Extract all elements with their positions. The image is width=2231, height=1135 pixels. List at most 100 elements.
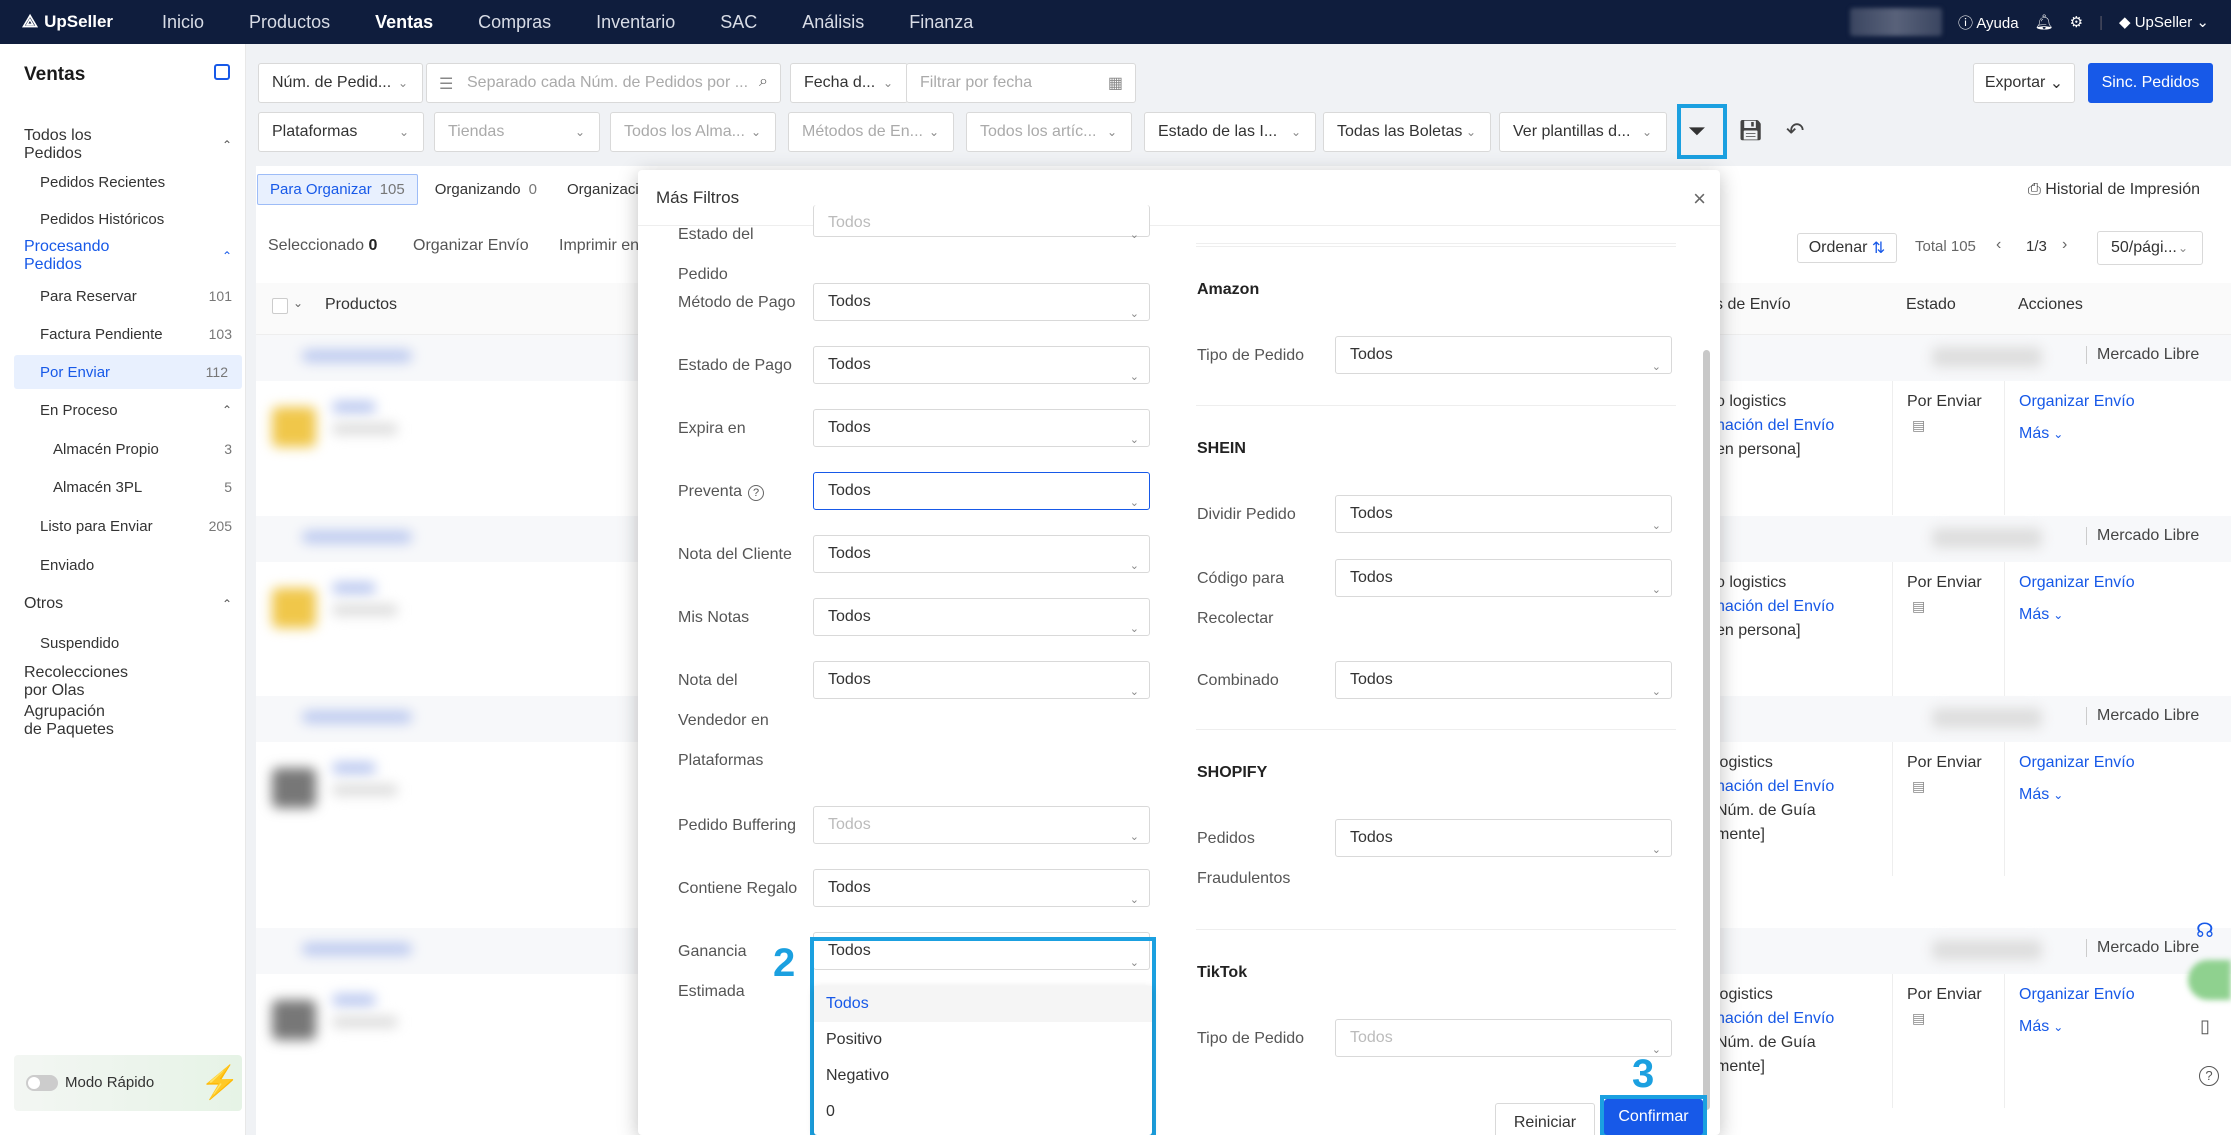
print-button[interactable]: Imprimir en bbox=[559, 237, 639, 255]
filter-select-metodo-de-pago[interactable]: Todos ⌄ bbox=[813, 283, 1150, 321]
nav-inventario[interactable]: Inventario bbox=[596, 0, 675, 44]
floating-widget[interactable] bbox=[2188, 960, 2231, 1000]
app-logo[interactable]: ⟁ UpSeller bbox=[22, 11, 113, 32]
date-type-select[interactable]: Fecha d... ⌄ bbox=[790, 63, 908, 103]
prev-page-icon[interactable]: ‹ bbox=[1996, 236, 2001, 254]
question-icon[interactable]: ? bbox=[748, 485, 765, 501]
more-actions-link[interactable]: Más ⌄ bbox=[2019, 425, 2063, 443]
per-page-select[interactable]: 50/pági... ⌄ bbox=[2097, 231, 2203, 265]
filter-plataformas[interactable]: Plataformas ⌄ bbox=[258, 112, 424, 152]
tab-para-organizar[interactable]: Para Organizar 105 bbox=[257, 174, 418, 205]
date-filter-input[interactable]: Filtrar por fecha ▦ bbox=[906, 63, 1136, 103]
save-icon[interactable]: 💾︎ bbox=[1738, 118, 1763, 143]
organize-shipping-link[interactable]: Organizar Envío bbox=[2019, 393, 2135, 411]
confirm-button[interactable]: Confirmar bbox=[1604, 1099, 1703, 1135]
filter-select-estado-del-pedido[interactable]: Todos ⌄ bbox=[813, 205, 1150, 241]
sidebar-item-todos-los-pedidos[interactable]: Todos los Pedidos ⌃ bbox=[0, 127, 246, 162]
shipping-info-line[interactable]: nación del Envío bbox=[1716, 778, 1834, 796]
bell-icon[interactable]: 🔔︎ bbox=[2035, 13, 2054, 31]
support-headset-icon[interactable]: ☊ bbox=[2196, 918, 2214, 943]
filter-select-dividir-pedido[interactable]: Todos ⌄ bbox=[1335, 495, 1672, 533]
shipping-info-line[interactable]: nación del Envío bbox=[1716, 1010, 1834, 1028]
reset-button[interactable]: Reiniciar bbox=[1495, 1103, 1595, 1135]
sidebar-item-enviado[interactable]: Enviado bbox=[0, 548, 246, 582]
sidebar-item-otros[interactable]: Otros ⌃ bbox=[0, 587, 246, 621]
mobile-icon[interactable]: ▯ bbox=[2200, 1016, 2210, 1037]
filter-select-mis-notas[interactable]: Todos ⌄ bbox=[813, 598, 1150, 636]
sidebar-item-factura-pendiente[interactable]: Factura Pendiente 103 bbox=[0, 317, 246, 351]
help-icon[interactable]: ? bbox=[2199, 1066, 2219, 1086]
order-number-select[interactable]: Núm. de Pedid... ⌄ bbox=[258, 63, 423, 103]
organize-shipping-button[interactable]: Organizar Envío bbox=[413, 237, 529, 255]
quick-mode-toggle[interactable] bbox=[26, 1075, 58, 1091]
user-menu[interactable]: ◆ UpSeller ⌄ bbox=[2119, 13, 2209, 31]
filter-select-nota-del-cliente[interactable]: Todos ⌄ bbox=[813, 535, 1150, 573]
tab-organizando[interactable]: Organizando 0 bbox=[422, 174, 550, 205]
filter-estado-de-las-i[interactable]: Estado de las I... ⌄ bbox=[1144, 112, 1316, 152]
sidebar-item-almacen-propio[interactable]: Almacén Propio 3 bbox=[0, 432, 246, 466]
order-search-input[interactable]: ☰ Separado cada Núm. de Pedidos por ... … bbox=[426, 63, 781, 103]
print-history-link[interactable]: ⎙ Historial de Impresión bbox=[2028, 181, 2200, 199]
sidebar-item-agrupacion-de-paquetes[interactable]: Agrupación de Paquetes bbox=[0, 703, 246, 738]
modal-scrollbar[interactable] bbox=[1703, 350, 1710, 1110]
option-todos[interactable]: Todos bbox=[814, 986, 1152, 1022]
sidebar-item-para-reservar[interactable]: Para Reservar 101 bbox=[0, 279, 246, 313]
more-actions-link[interactable]: Más ⌄ bbox=[2019, 606, 2063, 624]
undo-icon[interactable]: ↶ bbox=[1786, 118, 1804, 144]
sidebar-item-por-enviar[interactable]: Por Enviar 112 bbox=[14, 355, 242, 389]
help-link[interactable]: ⓘ Ayuda bbox=[1958, 12, 2019, 33]
clipboard-icon[interactable]: ▤ bbox=[1912, 778, 1925, 795]
filter-select-nota-del-vendedor-en-plataformas[interactable]: Todos ⌄ bbox=[813, 661, 1150, 699]
sidebar-item-listo-para-enviar[interactable]: Listo para Enviar 205 bbox=[0, 509, 246, 543]
shipping-info-line[interactable]: nación del Envío bbox=[1716, 598, 1834, 616]
filter-select-combinado[interactable]: Todos ⌄ bbox=[1335, 661, 1672, 699]
sync-orders-button[interactable]: Sinc. Pedidos bbox=[2088, 63, 2213, 103]
chevron-up-icon[interactable]: ⌃ bbox=[222, 597, 232, 611]
filter-todos-los-artic[interactable]: Todos los artíc... ⌄ bbox=[966, 112, 1132, 152]
filter-select-pedido-buffering[interactable]: Todos ⌄ bbox=[813, 806, 1150, 844]
nav-analisis[interactable]: Análisis bbox=[802, 0, 864, 44]
sidebar-item-en-proceso[interactable]: En Proceso ⌃ bbox=[0, 393, 246, 427]
filter-select-expira-en[interactable]: Todos ⌄ bbox=[813, 409, 1150, 447]
sidebar-item-procesando-pedidos[interactable]: Procesando Pedidos ⌃ bbox=[0, 238, 246, 273]
sidebar-item-pedidos-recientes[interactable]: Pedidos Recientes bbox=[0, 165, 246, 199]
sidebar-item-almacen-3pl[interactable]: Almacén 3PL 5 bbox=[0, 470, 246, 504]
clipboard-icon[interactable]: ▤ bbox=[1912, 417, 1925, 434]
nav-finanza[interactable]: Finanza bbox=[909, 0, 973, 44]
export-button[interactable]: Exportar ⌄ bbox=[1973, 63, 2075, 103]
select-all-checkbox[interactable] bbox=[272, 298, 288, 314]
option-positivo[interactable]: Positivo bbox=[814, 1022, 1152, 1058]
more-actions-link[interactable]: Más ⌄ bbox=[2019, 786, 2063, 804]
nav-compras[interactable]: Compras bbox=[478, 0, 551, 44]
sidebar-item-recolecciones-por-olas[interactable]: Recolecciones por Olas bbox=[0, 664, 246, 699]
collapse-sidebar-icon[interactable] bbox=[214, 64, 230, 80]
filter-todas-las-boletas[interactable]: Todas las Boletas ⌄ bbox=[1323, 112, 1491, 152]
filter-select-tipo-de-pedido[interactable]: Todos ⌄ bbox=[1335, 1019, 1672, 1057]
chevron-down-icon[interactable]: ⌄ bbox=[293, 296, 303, 310]
organize-shipping-link[interactable]: Organizar Envío bbox=[2019, 986, 2135, 1004]
filter-select-estado-de-pago[interactable]: Todos ⌄ bbox=[813, 346, 1150, 384]
filter-select-contiene-regalo[interactable]: Todos ⌄ bbox=[813, 869, 1150, 907]
gear-icon[interactable]: ⚙ bbox=[2070, 13, 2083, 31]
organize-shipping-link[interactable]: Organizar Envío bbox=[2019, 754, 2135, 772]
chevron-up-icon[interactable]: ⌃ bbox=[222, 138, 232, 152]
filter-metodos-de-en[interactable]: Métodos de En... ⌄ bbox=[788, 112, 954, 152]
chevron-up-icon[interactable]: ⌃ bbox=[222, 249, 232, 263]
chevron-up-icon[interactable]: ⌃ bbox=[222, 403, 232, 417]
filter-ver-plantillas-d[interactable]: Ver plantillas d... ⌄ bbox=[1499, 112, 1667, 152]
sort-button[interactable]: Ordenar ⇅ bbox=[1797, 233, 1897, 263]
search-icon[interactable]: ⌕ bbox=[759, 73, 768, 91]
nav-sac[interactable]: SAC bbox=[720, 0, 757, 44]
sidebar-item-pedidos-historicos[interactable]: Pedidos Históricos bbox=[0, 202, 246, 236]
shipping-info-line[interactable]: nación del Envío bbox=[1716, 417, 1834, 435]
organize-shipping-link[interactable]: Organizar Envío bbox=[2019, 574, 2135, 592]
sidebar-item-suspendido[interactable]: Suspendido bbox=[0, 626, 246, 660]
filter-tiendas[interactable]: Tiendas ⌄ bbox=[434, 112, 600, 152]
filter-select-pedidos-fraudulentos[interactable]: Todos ⌄ bbox=[1335, 819, 1672, 857]
option-negativo[interactable]: Negativo bbox=[814, 1058, 1152, 1094]
filter-select-preventa[interactable]: Todos ⌄ bbox=[813, 472, 1150, 510]
filter-select-tipo-de-pedido[interactable]: Todos ⌄ bbox=[1335, 336, 1672, 374]
clipboard-icon[interactable]: ▤ bbox=[1912, 1010, 1925, 1027]
close-icon[interactable]: × bbox=[1693, 186, 1706, 212]
nav-productos[interactable]: Productos bbox=[249, 0, 330, 44]
